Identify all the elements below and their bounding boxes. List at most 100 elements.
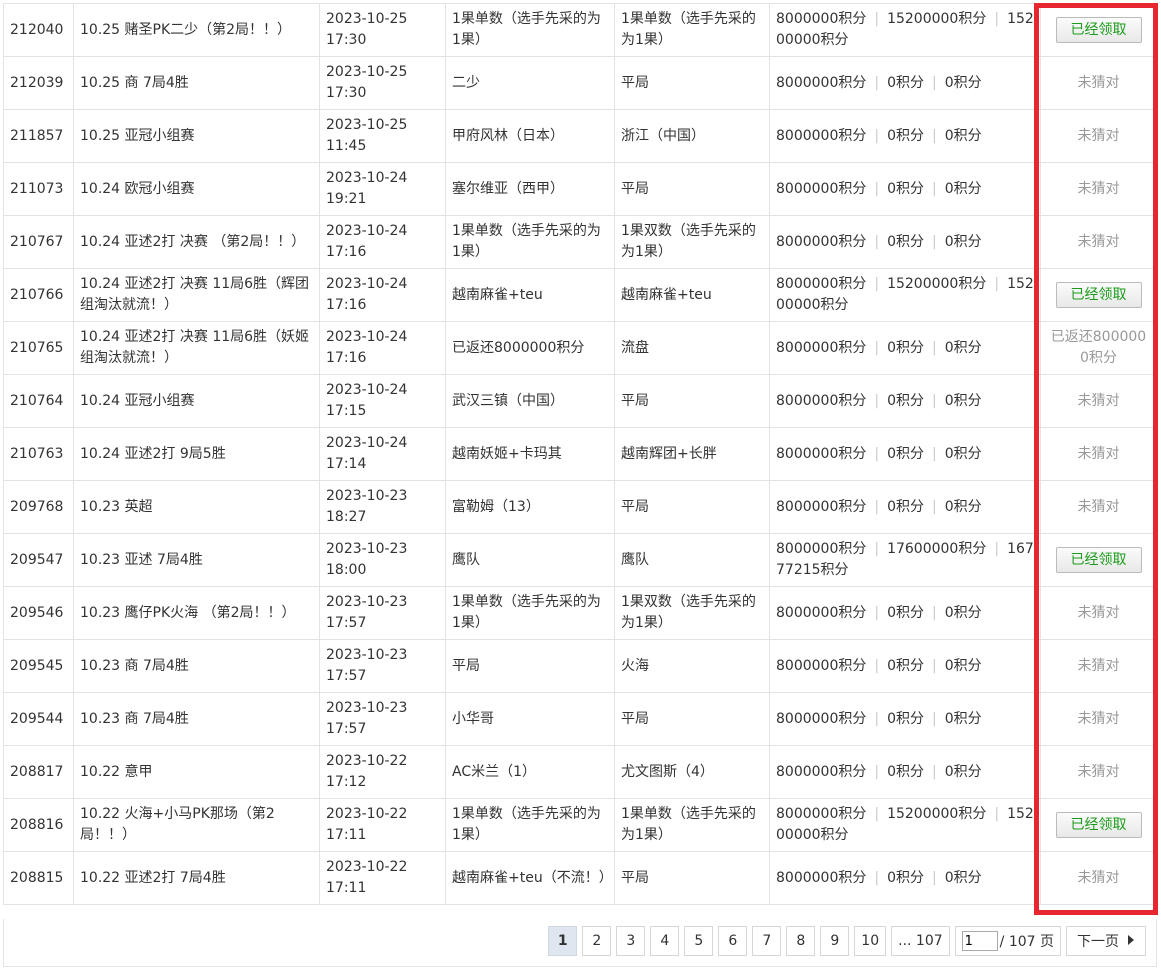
- user-pick: 富勒姆（13）: [445, 480, 615, 534]
- bet-status: 未猜对: [1077, 180, 1120, 197]
- match-result: 流盘: [614, 321, 770, 375]
- bet-clock: 17:15: [326, 403, 367, 419]
- action-cell: 未猜对: [1040, 639, 1157, 693]
- stake-points: 8000000积分: [776, 445, 867, 462]
- points-cell: 8000000积分 | 0积分 | 0积分: [769, 480, 1041, 534]
- caret-right-icon: [1127, 933, 1135, 949]
- separator: |: [874, 127, 880, 144]
- separator: |: [932, 604, 937, 621]
- page-button-8[interactable]: 8: [786, 926, 816, 956]
- user-pick: 武汉三镇（中国）: [445, 374, 615, 428]
- user-pick: 甲府风林（日本）: [445, 109, 615, 163]
- stake-points: 8000000积分: [776, 339, 867, 356]
- stake-points: 8000000积分: [776, 710, 867, 727]
- page-button-5[interactable]: 5: [684, 926, 714, 956]
- next-page-button[interactable]: 下一页: [1066, 926, 1146, 956]
- separator: |: [874, 657, 880, 674]
- claimed-button[interactable]: 已经领取: [1055, 282, 1142, 308]
- match-name: 10.24 亚述2打 决赛 11局6胜（辉团组淘汰就流！）: [73, 268, 320, 322]
- match-result: 平局: [614, 56, 770, 110]
- action-cell: 未猜对: [1040, 692, 1157, 746]
- bet-id: 210767: [3, 215, 74, 269]
- bet-time: 2023-10-24 17:16: [319, 215, 446, 269]
- table-row: 210763 10.24 亚述2打 9局5胜 2023-10-24 17:14 越南妖姬…: [3, 427, 1157, 481]
- bet-time: 2023-10-22 17:11: [319, 798, 446, 852]
- separator: |: [874, 276, 880, 292]
- payout-points: 0积分: [944, 869, 982, 886]
- page-button-last[interactable]: ... 107: [891, 926, 950, 956]
- page-button-9[interactable]: 9: [820, 926, 850, 956]
- points-cell: 8000000积分 | 0积分 | 0积分: [769, 745, 1041, 799]
- bet-time: 2023-10-22 17:12: [319, 745, 446, 799]
- claimed-button[interactable]: 已经领取: [1055, 812, 1142, 838]
- bet-date: 2023-10-24: [326, 170, 408, 186]
- separator: |: [994, 11, 1000, 27]
- bet-time: 2023-10-24 17:16: [319, 321, 446, 375]
- bet-status: 未猜对: [1077, 604, 1120, 621]
- bet-time: 2023-10-25 11:45: [319, 109, 446, 163]
- bet-clock: 17:11: [326, 880, 367, 896]
- payout-points: 0积分: [944, 763, 982, 780]
- match-result: 尤文图斯（4）: [614, 745, 770, 799]
- separator: |: [874, 445, 880, 462]
- bet-date: 2023-10-23: [326, 700, 408, 716]
- bet-id: 209768: [3, 480, 74, 534]
- match-result: 平局: [614, 851, 770, 905]
- separator: |: [874, 806, 880, 822]
- user-pick: AC米兰（1）: [445, 745, 615, 799]
- win-points: 0积分: [887, 74, 924, 91]
- payout-points: 0积分: [944, 74, 982, 91]
- separator: |: [994, 541, 1000, 557]
- page-button-4[interactable]: 4: [650, 926, 680, 956]
- bet-time: 2023-10-25 17:30: [319, 56, 446, 110]
- bet-id: 209545: [3, 639, 74, 693]
- page-jump-input[interactable]: [961, 931, 998, 951]
- points-cell: 8000000积分 | 0积分 | 0积分: [769, 215, 1041, 269]
- page-button-6[interactable]: 6: [718, 926, 748, 956]
- match-name: 10.24 亚述2打 决赛 11局6胜（妖姬组淘汰就流！）: [73, 321, 320, 375]
- separator: |: [932, 127, 937, 144]
- bet-time: 2023-10-23 18:27: [319, 480, 446, 534]
- claimed-button[interactable]: 已经领取: [1055, 547, 1142, 573]
- stake-points: 8000000积分: [776, 806, 867, 822]
- payout-points: 0积分: [944, 710, 982, 727]
- separator: |: [932, 74, 937, 91]
- bet-id: 208817: [3, 745, 74, 799]
- claimed-button[interactable]: 已经领取: [1055, 17, 1142, 43]
- bet-status: 未猜对: [1077, 392, 1120, 409]
- separator: |: [874, 498, 880, 515]
- bet-clock: 17:11: [326, 827, 367, 843]
- bet-id: 210766: [3, 268, 74, 322]
- separator: |: [932, 657, 937, 674]
- match-name: 10.24 亚述2打 决赛 （第2局！！）: [73, 215, 320, 269]
- points-cell: 8000000积分 | 0积分 | 0积分: [769, 639, 1041, 693]
- match-name: 10.24 亚述2打 9局5胜: [73, 427, 320, 481]
- bet-date: 2023-10-25: [326, 117, 408, 133]
- points-cell: 8000000积分 | 0积分 | 0积分: [769, 109, 1041, 163]
- user-pick: 小华哥: [445, 692, 615, 746]
- separator: |: [874, 11, 880, 27]
- bet-time: 2023-10-23 17:57: [319, 586, 446, 640]
- bet-date: 2023-10-23: [326, 541, 408, 557]
- bet-clock: 17:57: [326, 668, 367, 684]
- action-cell: 未猜对: [1040, 374, 1157, 428]
- page-button-10[interactable]: 10: [854, 926, 887, 956]
- points-cell: 8000000积分 | 0积分 | 0积分: [769, 586, 1041, 640]
- page-button-1[interactable]: 1: [548, 926, 578, 956]
- page-button-2[interactable]: 2: [582, 926, 612, 956]
- table-row: 209547 10.23 亚述 7局4胜 2023-10-23 18:00 鹰队 鹰队 80…: [3, 533, 1157, 587]
- separator: |: [874, 180, 880, 197]
- points-cell: 8000000积分 | 17600000积分 | 16777215积分: [769, 533, 1041, 587]
- match-name: 10.23 商 7局4胜: [73, 692, 320, 746]
- bet-time: 2023-10-24 19:21: [319, 162, 446, 216]
- bet-id: 210764: [3, 374, 74, 428]
- win-points: 0积分: [887, 710, 924, 727]
- page-button-7[interactable]: 7: [752, 926, 782, 956]
- page-button-3[interactable]: 3: [616, 926, 646, 956]
- win-points: 0积分: [887, 127, 924, 144]
- bet-clock: 17:16: [326, 244, 367, 260]
- action-cell: 未猜对: [1040, 586, 1157, 640]
- bet-id: 210765: [3, 321, 74, 375]
- separator: |: [874, 74, 880, 91]
- separator: |: [932, 763, 937, 780]
